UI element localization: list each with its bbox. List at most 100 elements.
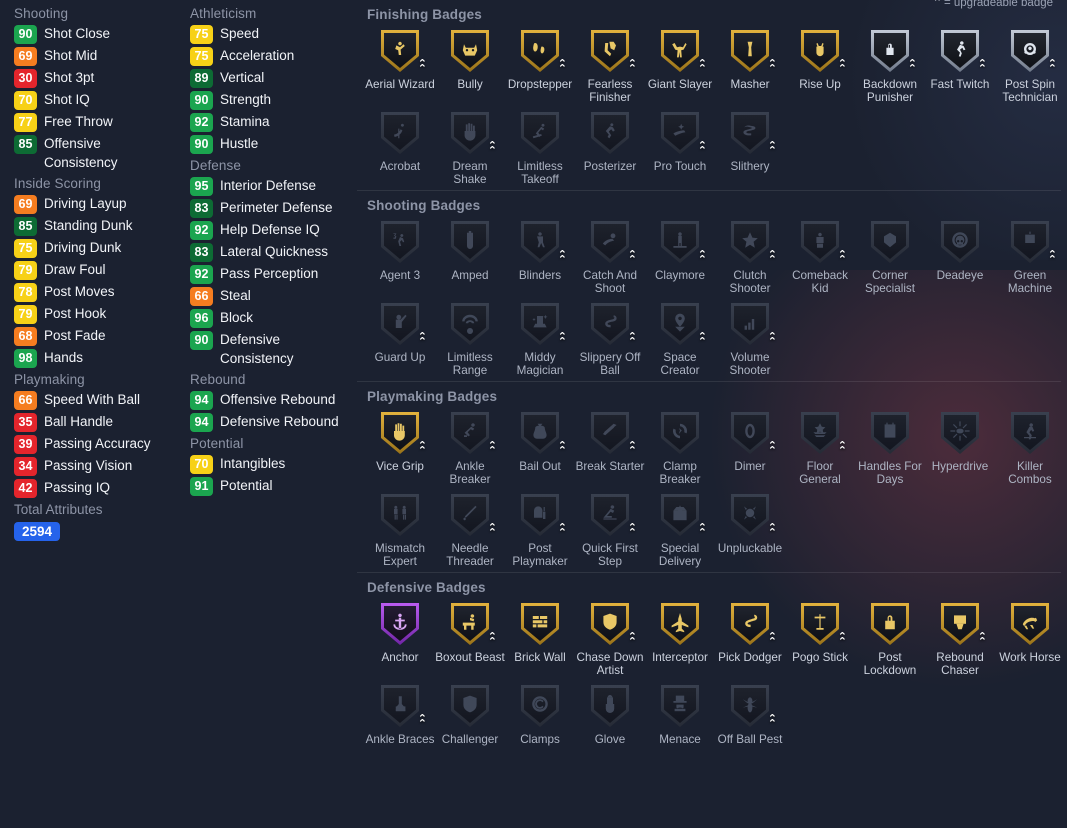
magic-hat-icon[interactable]: ⌃ ⌃ [517, 299, 567, 349]
badge-item[interactable]: ⌃ ⌃ Pro Touch [645, 108, 715, 186]
clamp-icon[interactable] [517, 681, 563, 731]
badge-item[interactable]: Deadeye [925, 217, 995, 295]
badge-item[interactable]: Challenger [435, 681, 505, 746]
badge-item[interactable]: ⌃ ⌃ Slippery Off Ball [575, 299, 645, 377]
badge-item[interactable]: Bully [435, 26, 505, 104]
badge-item[interactable]: Glove [575, 681, 645, 746]
badge-item[interactable]: ⌃ ⌃ Catch And Shoot [575, 217, 645, 295]
badge-item[interactable]: Limitless Range [435, 299, 505, 377]
contested-shot-icon[interactable]: ⌃ ⌃ [517, 217, 567, 267]
badge-item[interactable]: Mismatch Expert [365, 490, 435, 568]
signal-waves-icon[interactable] [447, 299, 493, 349]
badge-item[interactable]: Work Horse [995, 599, 1065, 677]
ankle-brace-icon[interactable]: ⌃ ⌃ [377, 681, 427, 731]
badge-item[interactable]: ⌃ ⌃ Boxout Beast [435, 599, 505, 677]
badge-item[interactable]: Posterizer [575, 108, 645, 186]
shield-star-icon[interactable]: ⌃ ⌃ [587, 599, 637, 649]
badge-item[interactable]: ⌃ ⌃ Rebound Chaser [925, 599, 995, 677]
star-icon[interactable]: ⌃ ⌃ [727, 217, 777, 267]
badge-item[interactable]: ⌃ ⌃ Space Creator [645, 299, 715, 377]
sparkle-hand-icon[interactable]: ⌃ ⌃ [657, 108, 707, 158]
rebound-hoop-icon[interactable]: ⌃ ⌃ [937, 599, 987, 649]
badge-item[interactable]: Clamp Breaker [645, 408, 715, 486]
badge-item[interactable]: ⌃ ⌃ Slithery [715, 108, 785, 186]
badge-item[interactable]: Corner Specialist [855, 217, 925, 295]
pogo-icon[interactable]: ⌃ ⌃ [797, 599, 847, 649]
badge-item[interactable]: ⌃ ⌃ Fast Twitch [925, 26, 995, 104]
first-step-icon[interactable]: ⌃ ⌃ [587, 490, 637, 540]
slam-dunk-icon[interactable] [587, 108, 633, 158]
three-shooter-icon[interactable] [377, 217, 423, 267]
badge-item[interactable]: ⌃ ⌃ Guard Up [365, 299, 435, 377]
outlet-pass-icon[interactable]: ⌃ ⌃ [587, 408, 637, 458]
badge-item[interactable]: ⌃ ⌃ Floor General [785, 408, 855, 486]
jet-icon[interactable] [657, 599, 703, 649]
badge-item[interactable]: ⌃ ⌃ Break Starter [575, 408, 645, 486]
acrobat-icon[interactable] [377, 108, 423, 158]
badge-item[interactable]: ⌃ ⌃ Middy Magician [505, 299, 575, 377]
mismatch-icon[interactable] [377, 490, 423, 540]
money-bag-icon[interactable]: ⌃ ⌃ [517, 408, 567, 458]
badge-item[interactable]: ⌃ ⌃ Unpluckable [715, 490, 785, 568]
gripping-hand-icon[interactable]: ⌃ ⌃ [377, 408, 427, 458]
badge-item[interactable]: Hyperdrive [925, 408, 995, 486]
badge-item[interactable]: ⌃ ⌃ Comeback Kid [785, 217, 855, 295]
shield-c-icon[interactable] [447, 681, 493, 731]
sprinting-player-icon[interactable]: ⌃ ⌃ [937, 26, 987, 76]
badge-item[interactable]: Agent 3 [365, 217, 435, 295]
padlock-icon[interactable]: ⌃ ⌃ [867, 26, 917, 76]
badge-item[interactable]: ⌃ ⌃ Dropstepper [505, 26, 575, 104]
lock-icon[interactable] [867, 599, 913, 649]
battery-icon[interactable] [447, 217, 493, 267]
calendar-one-icon[interactable] [867, 408, 913, 458]
defender-hand-icon[interactable]: ⌃ ⌃ [377, 299, 427, 349]
boxout-icon[interactable]: ⌃ ⌃ [447, 599, 497, 649]
dribbler-icon[interactable] [1007, 408, 1053, 458]
badge-item[interactable]: ⌃ ⌃ Ankle Braces [365, 681, 435, 746]
badge-item[interactable]: ⌃ ⌃ Clutch Shooter [715, 217, 785, 295]
top-hat-figure-icon[interactable] [657, 681, 703, 731]
badge-item[interactable]: Brick Wall [505, 599, 575, 677]
badge-item[interactable]: Anchor [365, 599, 435, 677]
corner-icon[interactable] [867, 217, 913, 267]
spinner-icon[interactable]: ⌃ ⌃ [1007, 26, 1057, 76]
warp-speed-icon[interactable] [937, 408, 983, 458]
dime-coin-icon[interactable]: ⌃ ⌃ [727, 408, 777, 458]
badge-item[interactable]: Interceptor [645, 599, 715, 677]
snake-curve-icon[interactable]: ⌃ ⌃ [587, 299, 637, 349]
leaping-player-icon[interactable] [517, 108, 563, 158]
badge-item[interactable]: ⌃ ⌃ Dimer [715, 408, 785, 486]
needle-icon[interactable]: ⌃ ⌃ [447, 490, 497, 540]
dunk-icon[interactable]: ⌃ ⌃ [377, 26, 427, 76]
snake-icon[interactable]: ⌃ ⌃ [727, 108, 777, 158]
arms-raised-icon[interactable]: ⌃ ⌃ [657, 26, 707, 76]
badge-item[interactable]: ⌃ ⌃ Needle Threader [435, 490, 505, 568]
catching-hand-icon[interactable]: ⌃ ⌃ [587, 217, 637, 267]
badge-item[interactable]: ⌃ ⌃ Aerial Wizard [365, 26, 435, 104]
badge-item[interactable]: ⌃ ⌃ Rise Up [785, 26, 855, 104]
badge-item[interactable]: ⌃ ⌃ Masher [715, 26, 785, 104]
brick-wall-icon[interactable] [517, 599, 563, 649]
delivery-box-icon[interactable]: ⌃ ⌃ [657, 490, 707, 540]
standing-figure-icon[interactable]: ⌃ ⌃ [657, 217, 707, 267]
badge-item[interactable]: ⌃ ⌃ Chase Down Artist [575, 599, 645, 677]
broken-clamp-icon[interactable] [657, 408, 703, 458]
pest-bug-icon[interactable]: ⌃ ⌃ [727, 681, 777, 731]
robot-icon[interactable]: ⌃ ⌃ [1007, 217, 1057, 267]
badge-item[interactable]: ⌃ ⌃ Post Playmaker [505, 490, 575, 568]
badge-item[interactable]: Post Lockdown [855, 599, 925, 677]
badge-item[interactable]: ⌃ ⌃ Dream Shake [435, 108, 505, 186]
footprints-icon[interactable]: ⌃ ⌃ [517, 26, 567, 76]
badge-item[interactable]: ⌃ ⌃ Special Delivery [645, 490, 715, 568]
badge-item[interactable]: ⌃ ⌃ Volume Shooter [715, 299, 785, 377]
spartan-helmet-icon[interactable]: ⌃ ⌃ [587, 26, 637, 76]
skull-target-icon[interactable] [937, 217, 983, 267]
bar-chart-icon[interactable]: ⌃ ⌃ [727, 299, 777, 349]
badge-item[interactable]: Acrobat [365, 108, 435, 186]
badge-item[interactable]: Clamps [505, 681, 575, 746]
map-pin-icon[interactable]: ⌃ ⌃ [657, 299, 707, 349]
badge-item[interactable]: ⌃ ⌃ Post Spin Technician [995, 26, 1065, 104]
crossover-icon[interactable]: ⌃ ⌃ [447, 408, 497, 458]
badge-item[interactable]: Limitless Takeoff [505, 108, 575, 186]
mailbox-icon[interactable]: ⌃ ⌃ [517, 490, 567, 540]
